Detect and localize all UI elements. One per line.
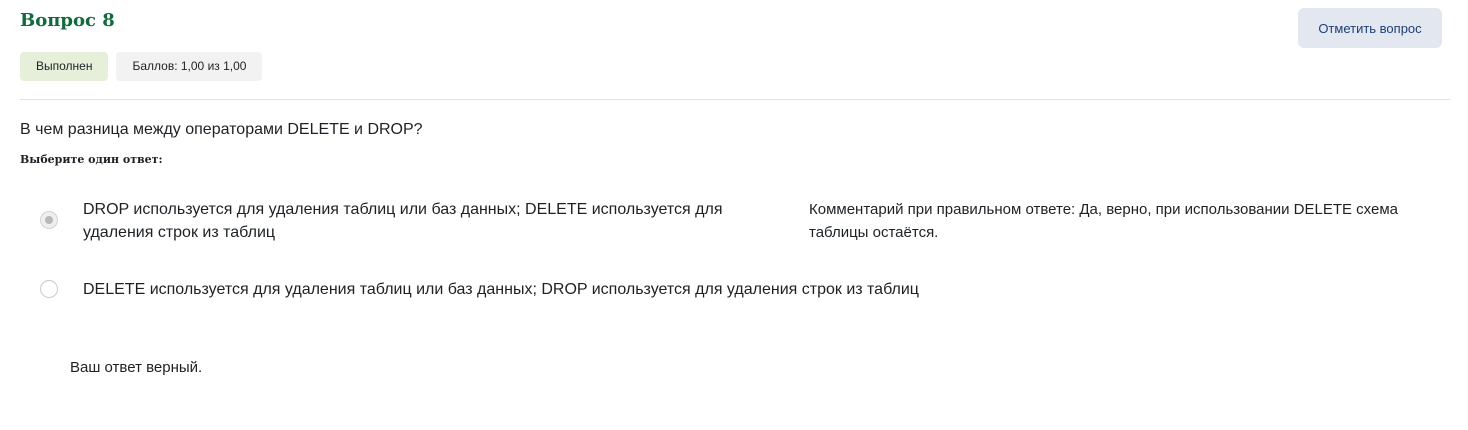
answer-option-2: DELETE используется для удаления таблиц … xyxy=(20,278,919,301)
question-text: В чем разница между операторами DELETE и… xyxy=(20,121,423,138)
answer-prompt: Выберите один ответ: xyxy=(20,153,163,166)
answer-2-label: DELETE используется для удаления таблиц … xyxy=(83,281,919,298)
grade-badge: Баллов: 1,00 из 1,00 xyxy=(116,52,263,81)
flag-question-button[interactable]: Отметить вопрос xyxy=(1298,8,1442,48)
divider xyxy=(20,99,1450,100)
answer-1-label: DROP используется для удаления таблиц ил… xyxy=(83,201,723,241)
state-badge: Выполнен xyxy=(20,52,109,81)
answer-1-radio[interactable] xyxy=(40,211,58,229)
answer-option-1: DROP используется для удаления таблиц ил… xyxy=(20,198,763,244)
result-feedback: Ваш ответ верный. xyxy=(70,359,203,376)
question-info: Выполнен Баллов: 1,00 из 1,00 xyxy=(20,52,263,81)
question-title: Вопрос 8 xyxy=(20,10,115,31)
answer-1-feedback: Комментарий при правильном ответе: Да, в… xyxy=(809,201,1399,241)
answer-2-radio[interactable] xyxy=(40,280,58,298)
